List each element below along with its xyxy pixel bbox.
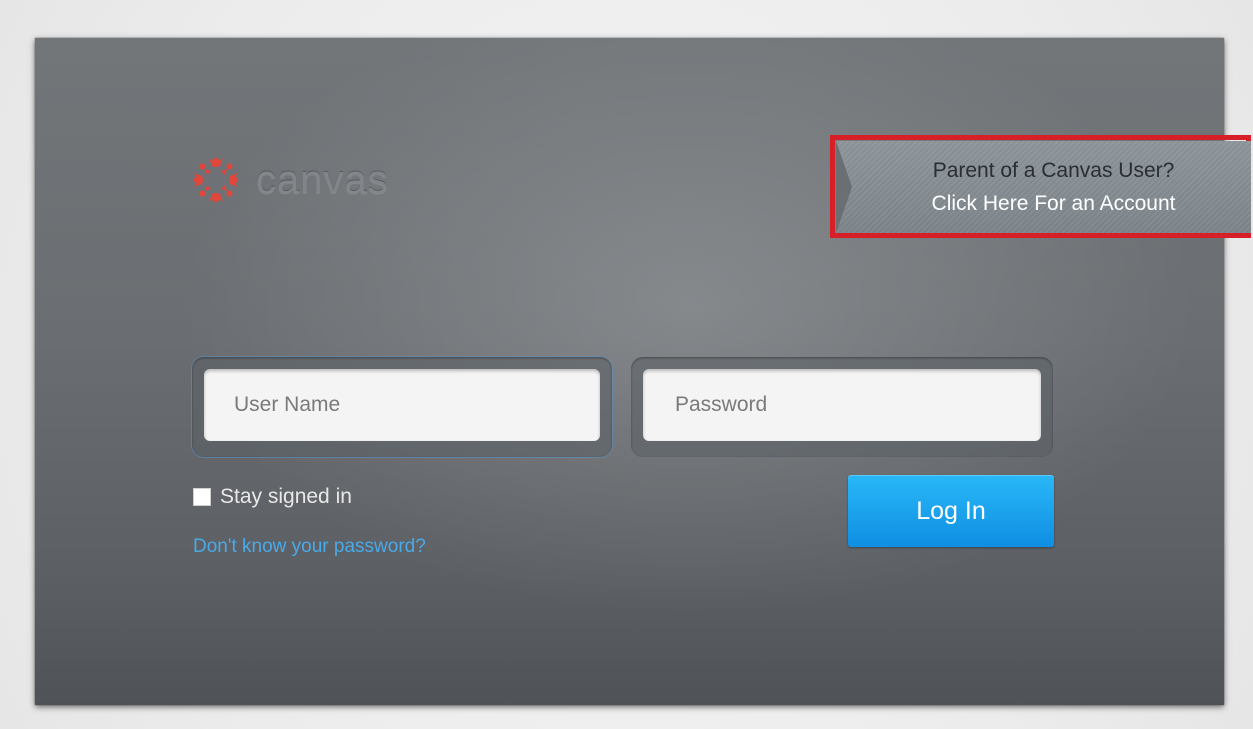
forgot-password-link[interactable]: Don't know your password? (193, 536, 426, 558)
login-card: canvas Parent of a Canvas User? Click He… (35, 38, 1251, 705)
canvas-logo-icon (193, 157, 239, 203)
banner-cta[interactable]: Click Here For an Account (856, 192, 1251, 216)
brand-name: canvas (256, 158, 389, 202)
banner-notch (836, 141, 852, 233)
password-field-well (631, 357, 1053, 457)
login-button[interactable]: Log In (848, 475, 1054, 547)
canvas-logo: canvas (192, 156, 389, 204)
stay-signed-in-label: Stay signed in (220, 485, 352, 508)
password-input[interactable] (643, 369, 1041, 441)
username-input[interactable] (204, 369, 600, 441)
page: canvas Parent of a Canvas User? Click He… (0, 0, 1253, 729)
parent-account-banner[interactable]: Parent of a Canvas User? Click Here For … (836, 141, 1251, 233)
banner-question: Parent of a Canvas User? (932, 159, 1175, 182)
stay-signed-in-checkbox[interactable] (193, 488, 211, 506)
username-field-well (192, 357, 612, 457)
stay-signed-in[interactable]: Stay signed in (193, 485, 352, 509)
